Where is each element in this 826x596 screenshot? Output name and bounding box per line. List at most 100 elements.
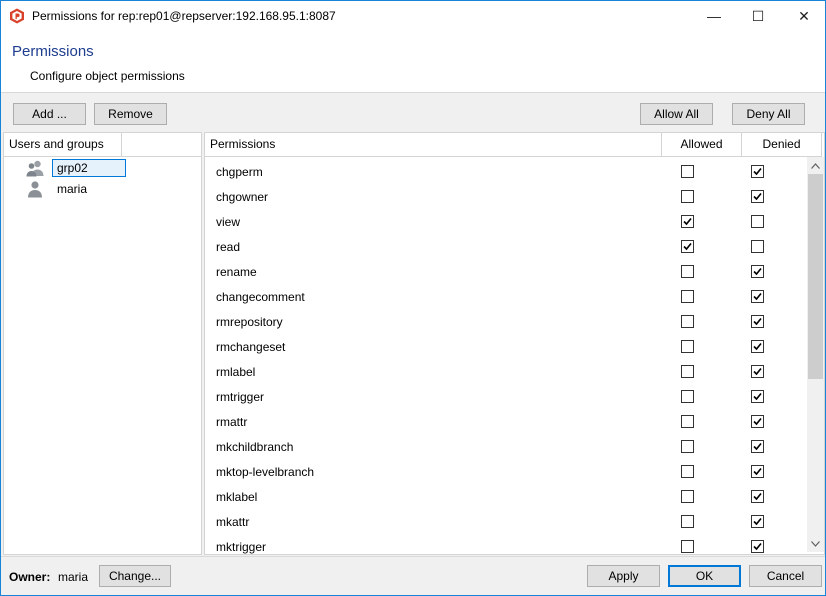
permission-name: mktop-levelbranch: [216, 465, 315, 479]
allowed-checkbox[interactable]: [681, 540, 694, 553]
owner-value: maria: [58, 570, 89, 584]
allowed-checkbox[interactable]: [681, 290, 694, 303]
users-list-item[interactable]: grp02: [26, 158, 126, 178]
permission-name: read: [216, 240, 241, 254]
permission-name: rename: [216, 265, 257, 279]
vertical-scrollbar[interactable]: [807, 157, 824, 552]
scroll-down-icon[interactable]: [807, 535, 824, 552]
denied-checkbox[interactable]: [751, 515, 764, 528]
denied-checkbox[interactable]: [751, 365, 764, 378]
allowed-checkbox[interactable]: [681, 315, 694, 328]
allowed-checkbox[interactable]: [681, 240, 694, 253]
permission-row: rmattr: [205, 410, 809, 435]
title-bar: Permissions for rep:rep01@repserver:192.…: [1, 1, 825, 31]
allowed-checkbox[interactable]: [681, 390, 694, 403]
allowed-checkbox[interactable]: [681, 190, 694, 203]
users-groups-header-filler: [122, 133, 201, 157]
allowed-checkbox[interactable]: [681, 415, 694, 428]
remove-button[interactable]: Remove: [94, 103, 167, 125]
denied-checkbox[interactable]: [751, 440, 764, 453]
permissions-header: Permissions: [205, 133, 662, 157]
denied-checkbox[interactable]: [751, 540, 764, 553]
permission-row: mklabel: [205, 485, 809, 510]
denied-checkbox[interactable]: [751, 415, 764, 428]
apply-button[interactable]: Apply: [587, 565, 660, 587]
app-logo-icon: [9, 8, 25, 24]
allowed-checkbox[interactable]: [681, 365, 694, 378]
denied-checkbox[interactable]: [751, 190, 764, 203]
permission-row: rename: [205, 260, 809, 285]
permission-name: rmattr: [216, 415, 248, 429]
users-groups-header: Users and groups: [4, 133, 122, 157]
denied-checkbox[interactable]: [751, 290, 764, 303]
permission-name: rmtrigger: [216, 390, 265, 404]
denied-checkbox[interactable]: [751, 315, 764, 328]
close-button[interactable]: ✕: [781, 1, 826, 31]
ok-button[interactable]: OK: [668, 565, 741, 587]
permission-row: changecomment: [205, 285, 809, 310]
permission-row: mktrigger: [205, 535, 809, 554]
permission-row: read: [205, 235, 809, 260]
permissions-dialog: Permissions for rep:rep01@repserver:192.…: [0, 0, 826, 596]
permission-name: rmrepository: [216, 315, 283, 329]
users-list-item[interactable]: maria: [26, 179, 92, 199]
allowed-checkbox[interactable]: [681, 165, 694, 178]
close-icon: ✕: [798, 7, 810, 24]
users-list-item-label: grp02: [52, 159, 126, 177]
permission-row: mkchildbranch: [205, 435, 809, 460]
footer-divider: [1, 556, 825, 557]
permission-row: rmtrigger: [205, 385, 809, 410]
users-groups-panel: Users and groups grp02 maria: [3, 132, 202, 555]
page-subtitle: Configure object permissions: [30, 69, 185, 83]
denied-checkbox[interactable]: [751, 240, 764, 253]
group-icon: [26, 159, 44, 177]
add-button[interactable]: Add ...: [13, 103, 86, 125]
maximize-button[interactable]: ☐: [735, 1, 781, 31]
permission-name: mkattr: [216, 515, 250, 529]
permission-row: rmchangeset: [205, 335, 809, 360]
minimize-button[interactable]: —: [691, 1, 737, 31]
maximize-icon: ☐: [751, 7, 765, 24]
deny-all-button[interactable]: Deny All: [732, 103, 805, 125]
denied-checkbox[interactable]: [751, 340, 764, 353]
cancel-button[interactable]: Cancel: [749, 565, 822, 587]
allowed-checkbox[interactable]: [681, 440, 694, 453]
denied-checkbox[interactable]: [751, 165, 764, 178]
allowed-checkbox[interactable]: [681, 340, 694, 353]
user-icon: [26, 180, 44, 198]
denied-checkbox[interactable]: [751, 215, 764, 228]
allowed-checkbox[interactable]: [681, 465, 694, 478]
allow-all-button[interactable]: Allow All: [640, 103, 713, 125]
denied-checkbox[interactable]: [751, 265, 764, 278]
dialog-header: Permissions Configure object permissions: [1, 31, 825, 93]
denied-checkbox[interactable]: [751, 465, 764, 478]
scroll-up-icon[interactable]: [807, 157, 824, 174]
minimize-icon: —: [707, 8, 721, 24]
permission-name: chgowner: [216, 190, 269, 204]
change-owner-button[interactable]: Change...: [99, 565, 171, 587]
window-title: Permissions for rep:rep01@repserver:192.…: [32, 9, 336, 23]
permissions-panel: Permissions Allowed Denied chgperm chgown…: [204, 132, 825, 555]
allowed-checkbox[interactable]: [681, 490, 694, 503]
permission-row: rmrepository: [205, 310, 809, 335]
allowed-checkbox[interactable]: [681, 515, 694, 528]
owner-label: Owner:: [9, 570, 51, 584]
allowed-checkbox[interactable]: [681, 215, 694, 228]
users-list-item-label: maria: [57, 182, 88, 196]
denied-checkbox[interactable]: [751, 390, 764, 403]
permission-name: mkchildbranch: [216, 440, 294, 454]
permission-row: chgperm: [205, 160, 809, 185]
permission-row: view: [205, 210, 809, 235]
permission-row: mkattr: [205, 510, 809, 535]
permission-row: mktop-levelbranch: [205, 460, 809, 485]
permission-row: rmlabel: [205, 360, 809, 385]
permission-name: changecomment: [216, 290, 305, 304]
denied-checkbox[interactable]: [751, 490, 764, 503]
permission-name: mktrigger: [216, 540, 267, 554]
permission-name: mklabel: [216, 490, 258, 504]
allowed-checkbox[interactable]: [681, 265, 694, 278]
permission-name: rmchangeset: [216, 340, 286, 354]
scrollbar-thumb[interactable]: [808, 174, 823, 379]
permission-name: chgperm: [216, 165, 263, 179]
allowed-header: Allowed: [662, 133, 742, 157]
